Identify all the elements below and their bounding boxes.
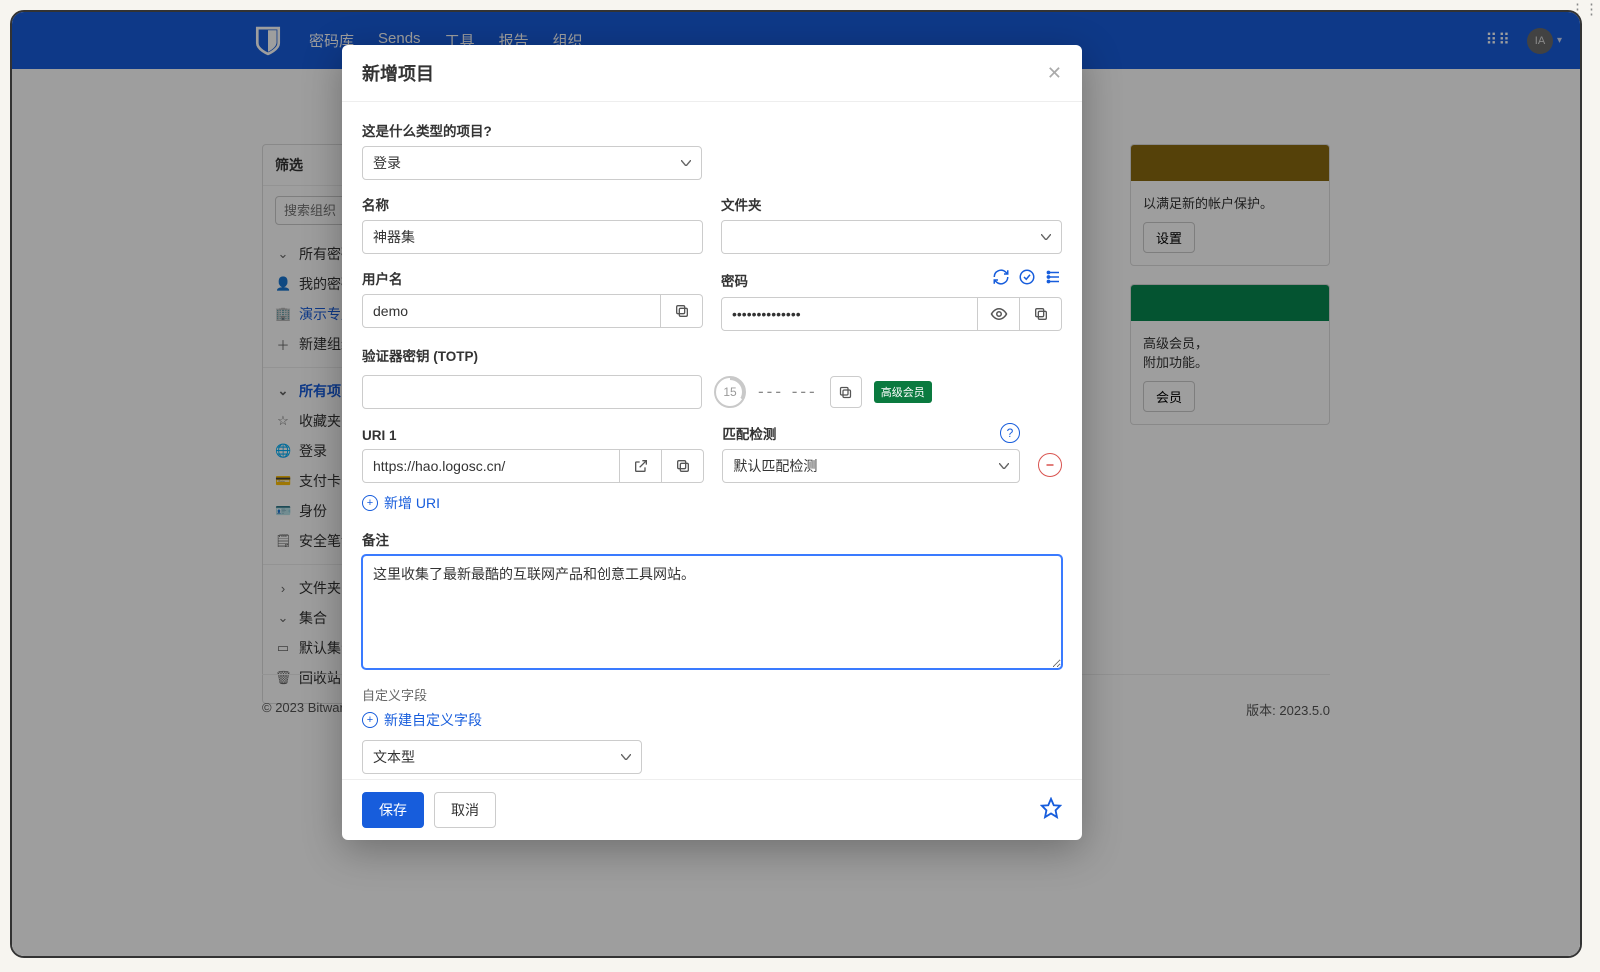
app-frame: 密码库 Sends 工具 报告 组织 ⠿⠿ IA ▾ 筛选 ⌄所有密码库 👤我的…: [10, 10, 1582, 958]
cancel-button[interactable]: 取消: [434, 792, 496, 828]
username-input[interactable]: [362, 294, 661, 328]
modal-header: 新增项目 ✕: [342, 45, 1082, 102]
eye-icon: [990, 305, 1008, 323]
name-label: 名称: [362, 194, 703, 214]
copy-icon: [838, 385, 853, 400]
copy-icon: [1033, 306, 1049, 322]
match-select[interactable]: 默认匹配检测: [722, 449, 1020, 483]
modal-footer: 保存 取消: [342, 779, 1082, 840]
copy-username-button[interactable]: [661, 294, 703, 328]
custom-field-type-select[interactable]: 文本型: [362, 740, 642, 774]
totp-input[interactable]: [362, 375, 702, 409]
password-options-icon[interactable]: [1044, 268, 1062, 291]
copy-icon: [675, 458, 691, 474]
add-custom-field-button[interactable]: + 新建自定义字段: [362, 710, 482, 730]
toggle-password-button[interactable]: [978, 297, 1020, 331]
username-label: 用户名: [362, 268, 703, 288]
external-link-icon: [633, 458, 649, 474]
add-uri-button[interactable]: + 新增 URI: [362, 493, 440, 513]
premium-badge: 高级会员: [874, 381, 932, 403]
totp-timer-icon: 15: [714, 376, 746, 408]
totp-label: 验证器密钥 (TOTP): [362, 345, 1062, 365]
folder-select[interactable]: [721, 220, 1062, 254]
type-select[interactable]: 登录: [362, 146, 702, 180]
password-label: 密码: [721, 270, 748, 290]
copy-password-button[interactable]: [1020, 297, 1062, 331]
type-label: 这是什么类型的项目?: [362, 120, 1062, 140]
totp-code: --- ---: [758, 382, 818, 402]
remove-uri-button[interactable]: [1038, 453, 1062, 477]
modal-title: 新增项目: [362, 60, 434, 86]
plus-circle-icon: +: [362, 712, 378, 728]
launch-uri-button[interactable]: [620, 449, 662, 483]
notes-textarea[interactable]: [362, 555, 1062, 669]
favorite-star-icon[interactable]: [1040, 797, 1062, 824]
copy-uri-button[interactable]: [662, 449, 704, 483]
copy-icon: [674, 303, 690, 319]
password-input[interactable]: [721, 297, 978, 331]
match-help-icon[interactable]: ?: [1000, 423, 1020, 443]
uri-input[interactable]: [362, 449, 620, 483]
totp-display: 15 --- --- 高级会员: [714, 376, 932, 408]
custom-fields-heading: 自定义字段: [362, 685, 1062, 704]
modal-body[interactable]: 这是什么类型的项目? 登录 名称 文件夹: [342, 102, 1082, 779]
uri-label: URI 1: [362, 428, 704, 443]
folder-label: 文件夹: [721, 194, 1062, 214]
name-input[interactable]: [362, 220, 703, 254]
save-button[interactable]: 保存: [362, 792, 424, 828]
plus-circle-icon: +: [362, 495, 378, 511]
match-label: 匹配检测: [722, 423, 776, 443]
close-icon[interactable]: ✕: [1047, 64, 1062, 82]
check-password-icon[interactable]: [1018, 268, 1036, 291]
notes-label: 备注: [362, 529, 1062, 549]
generate-password-icon[interactable]: [992, 268, 1010, 291]
add-item-modal: 新增项目 ✕ 这是什么类型的项目? 登录 名称 文件夹: [342, 45, 1082, 840]
copy-totp-button[interactable]: [830, 376, 862, 408]
minus-icon: [1044, 459, 1056, 471]
